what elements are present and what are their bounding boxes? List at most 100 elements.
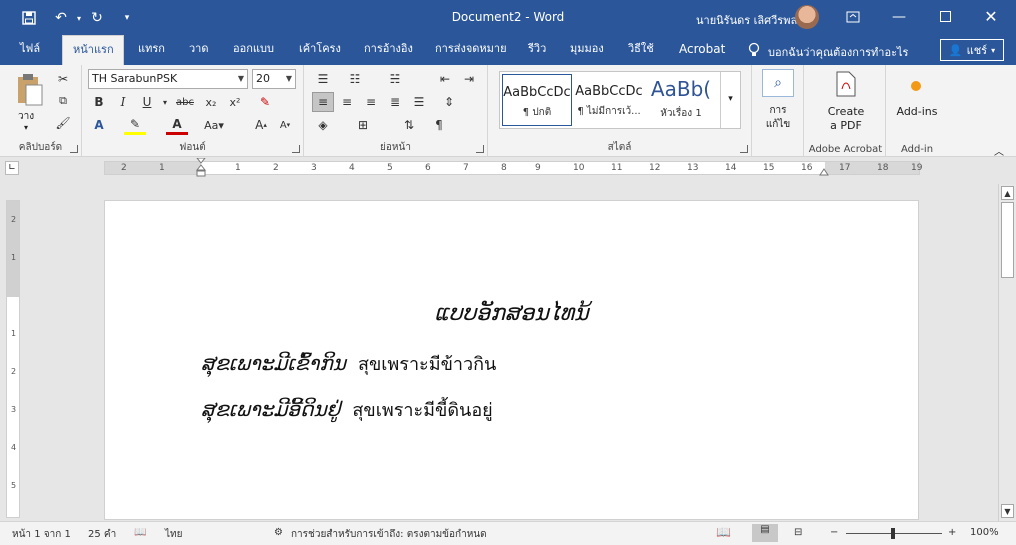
style-no-spacing[interactable]: AaBbCcDc ¶ ไม่มีการเว้... — [574, 74, 644, 126]
collapse-ribbon-icon[interactable]: ︿ — [994, 143, 1004, 158]
minimize-button[interactable]: — — [876, 0, 922, 33]
multilevel-list-icon[interactable]: ☵ — [384, 69, 406, 89]
bold-icon[interactable]: B — [88, 92, 110, 112]
paste-label[interactable]: วาง — [18, 109, 34, 124]
tab-review[interactable]: รีวิว — [528, 35, 546, 65]
word-count[interactable]: 25 คำ — [88, 527, 116, 542]
redo-icon[interactable]: ↻ — [88, 9, 106, 27]
language[interactable]: ไทย — [165, 527, 182, 542]
grow-font-icon[interactable]: A ▴ — [250, 115, 272, 135]
zoom-slider-knob[interactable] — [891, 528, 895, 539]
zoom-level[interactable]: 100% — [970, 527, 999, 538]
share-button[interactable]: 👤 แชร์ ▾ — [940, 39, 1004, 61]
scroll-thumb[interactable] — [1001, 202, 1014, 278]
user-name[interactable]: นายนิรันดร เลิศวีรพล — [696, 11, 797, 29]
vertical-scrollbar[interactable]: ▲ ▼ — [998, 184, 1016, 522]
paste-dropdown-icon[interactable]: ▾ — [24, 123, 28, 132]
document-title[interactable]: ແບບອັກສອນໄທນ້ — [105, 301, 918, 326]
web-layout-icon[interactable]: ⊟ — [794, 527, 802, 538]
create-pdf-label-2[interactable]: a PDF — [806, 119, 886, 132]
page-count[interactable]: หน้า 1 จาก 1 — [12, 527, 71, 542]
style-normal[interactable]: AaBbCcDc ¶ ปกติ — [502, 74, 572, 126]
pdf-icon[interactable] — [836, 71, 856, 97]
document-line[interactable]: ສຸຂເພາະມີເຂົ້າກິນ สุขเพราะมีข้าวกิน — [201, 349, 496, 378]
avatar[interactable] — [795, 5, 819, 29]
format-painter-icon[interactable]: 🖌 — [52, 113, 74, 133]
justify-icon[interactable]: ≣ — [384, 92, 406, 112]
borders-icon[interactable]: ⊞ — [352, 115, 374, 135]
paste-icon[interactable] — [14, 73, 44, 107]
shrink-font-icon[interactable]: A ▾ — [274, 115, 296, 135]
tell-me-box[interactable]: บอกฉันว่าคุณต้องการทำอะไร — [748, 42, 908, 61]
right-indent-marker-icon[interactable] — [819, 166, 829, 176]
font-color-icon[interactable]: A — [166, 115, 188, 135]
italic-icon[interactable]: I — [112, 92, 134, 112]
tab-layout[interactable]: เค้าโครง — [299, 35, 341, 65]
vertical-ruler[interactable]: 2 1 1 2 3 4 5 — [6, 200, 20, 518]
indent-marker-icon[interactable] — [195, 157, 207, 178]
print-layout-icon[interactable]: ▤ — [752, 524, 778, 542]
show-marks-icon[interactable]: ¶ — [428, 115, 450, 135]
read-mode-icon[interactable]: 📖 — [716, 525, 731, 539]
addins-button-label[interactable]: Add-ins — [886, 105, 948, 118]
align-center-icon[interactable]: ≡ — [336, 92, 358, 112]
styles-more-icon[interactable]: ▾ — [720, 72, 740, 128]
zoom-out-icon[interactable]: − — [830, 527, 838, 538]
tab-file[interactable]: ไฟล์ — [20, 35, 40, 65]
save-icon[interactable] — [20, 9, 38, 27]
font-name-box[interactable]: TH SarabunPSK ▼ — [88, 69, 248, 89]
tab-references[interactable]: การอ้างอิง — [364, 35, 413, 65]
zoom-in-icon[interactable]: + — [948, 527, 956, 538]
editing-label-2[interactable]: แก้ไข — [752, 117, 804, 132]
font-launcher-icon[interactable] — [292, 145, 300, 153]
font-size-box[interactable]: 20 ▼ — [252, 69, 296, 89]
tab-insert[interactable]: แทรก — [138, 35, 165, 65]
copy-icon[interactable]: ⧉ — [52, 91, 74, 111]
superscript-icon[interactable]: x² — [224, 92, 246, 112]
align-right-icon[interactable]: ≡ — [360, 92, 382, 112]
tab-view[interactable]: มุมมอง — [570, 35, 604, 65]
customize-qat-icon[interactable]: ▾ — [118, 9, 136, 27]
tab-mailings[interactable]: การส่งจดหมาย — [435, 35, 507, 65]
distributed-icon[interactable]: ☰ — [408, 92, 430, 112]
styles-launcher-icon[interactable] — [740, 145, 748, 153]
ribbon-display-options-icon[interactable] — [830, 0, 876, 33]
sort-icon[interactable]: ⇅ — [398, 115, 420, 135]
underline-dropdown-icon[interactable]: ▾ — [154, 92, 176, 112]
line-spacing-icon[interactable]: ⇕ — [438, 92, 460, 112]
document-page[interactable]: ແບບອັກສອນໄທນ້ ສຸຂເພາະມີເຂົ້າກິນ สุขเพราะม… — [104, 200, 919, 520]
tab-acrobat[interactable]: Acrobat — [679, 35, 725, 65]
search-icon[interactable]: ⌕ — [762, 69, 794, 97]
accessibility-status[interactable]: การช่วยสำหรับการเข้าถึง: ตรงตามข้อกำหนด — [291, 527, 487, 542]
change-case-icon[interactable]: Aa▾ — [200, 115, 228, 135]
bullets-icon[interactable]: ☰ — [312, 69, 334, 89]
ruler-track[interactable]: 2 1 1 2 3 4 5 6 7 8 9 10 11 12 13 14 15 … — [104, 157, 922, 178]
document-line[interactable]: ສຸຂເພາະມີອີ້ດິນຢູ່ สุขเพราะมีขี้ดินอยู่ — [201, 395, 493, 424]
tab-home[interactable]: หน้าแรก — [62, 35, 124, 65]
tab-help[interactable]: วิธีใช้ — [628, 35, 654, 65]
tab-draw[interactable]: วาด — [189, 35, 209, 65]
accessibility-icon[interactable]: ⚙ — [274, 527, 283, 538]
tab-design[interactable]: ออกแบบ — [233, 35, 274, 65]
scroll-down-icon[interactable]: ▼ — [1001, 504, 1014, 518]
increase-indent-icon[interactable]: ⇥ — [458, 69, 480, 89]
undo-icon[interactable]: ↶ — [52, 9, 70, 27]
subscript-icon[interactable]: x₂ — [200, 92, 222, 112]
undo-dropdown-icon[interactable]: ▾ — [70, 9, 88, 27]
highlight-icon[interactable]: ✎ — [124, 115, 146, 135]
cut-icon[interactable]: ✂ — [52, 69, 74, 89]
strikethrough-icon[interactable]: abc — [174, 92, 196, 112]
close-button[interactable]: ✕ — [968, 0, 1014, 33]
align-left-icon[interactable]: ≡ — [312, 92, 334, 112]
clipboard-launcher-icon[interactable] — [70, 145, 78, 153]
paragraph-launcher-icon[interactable] — [476, 145, 484, 153]
style-heading-1[interactable]: AaBb( หัวเรื่อง 1 — [646, 74, 716, 126]
clear-formatting-icon[interactable]: ✎ — [254, 92, 276, 112]
text-effects-icon[interactable]: A — [88, 115, 110, 135]
addins-icon[interactable] — [911, 81, 921, 91]
maximize-button[interactable] — [922, 0, 968, 33]
shading-icon[interactable]: ◈ — [312, 115, 334, 135]
editing-label-1[interactable]: การ — [752, 103, 804, 118]
decrease-indent-icon[interactable]: ⇤ — [434, 69, 456, 89]
create-pdf-label-1[interactable]: Create — [806, 105, 886, 118]
